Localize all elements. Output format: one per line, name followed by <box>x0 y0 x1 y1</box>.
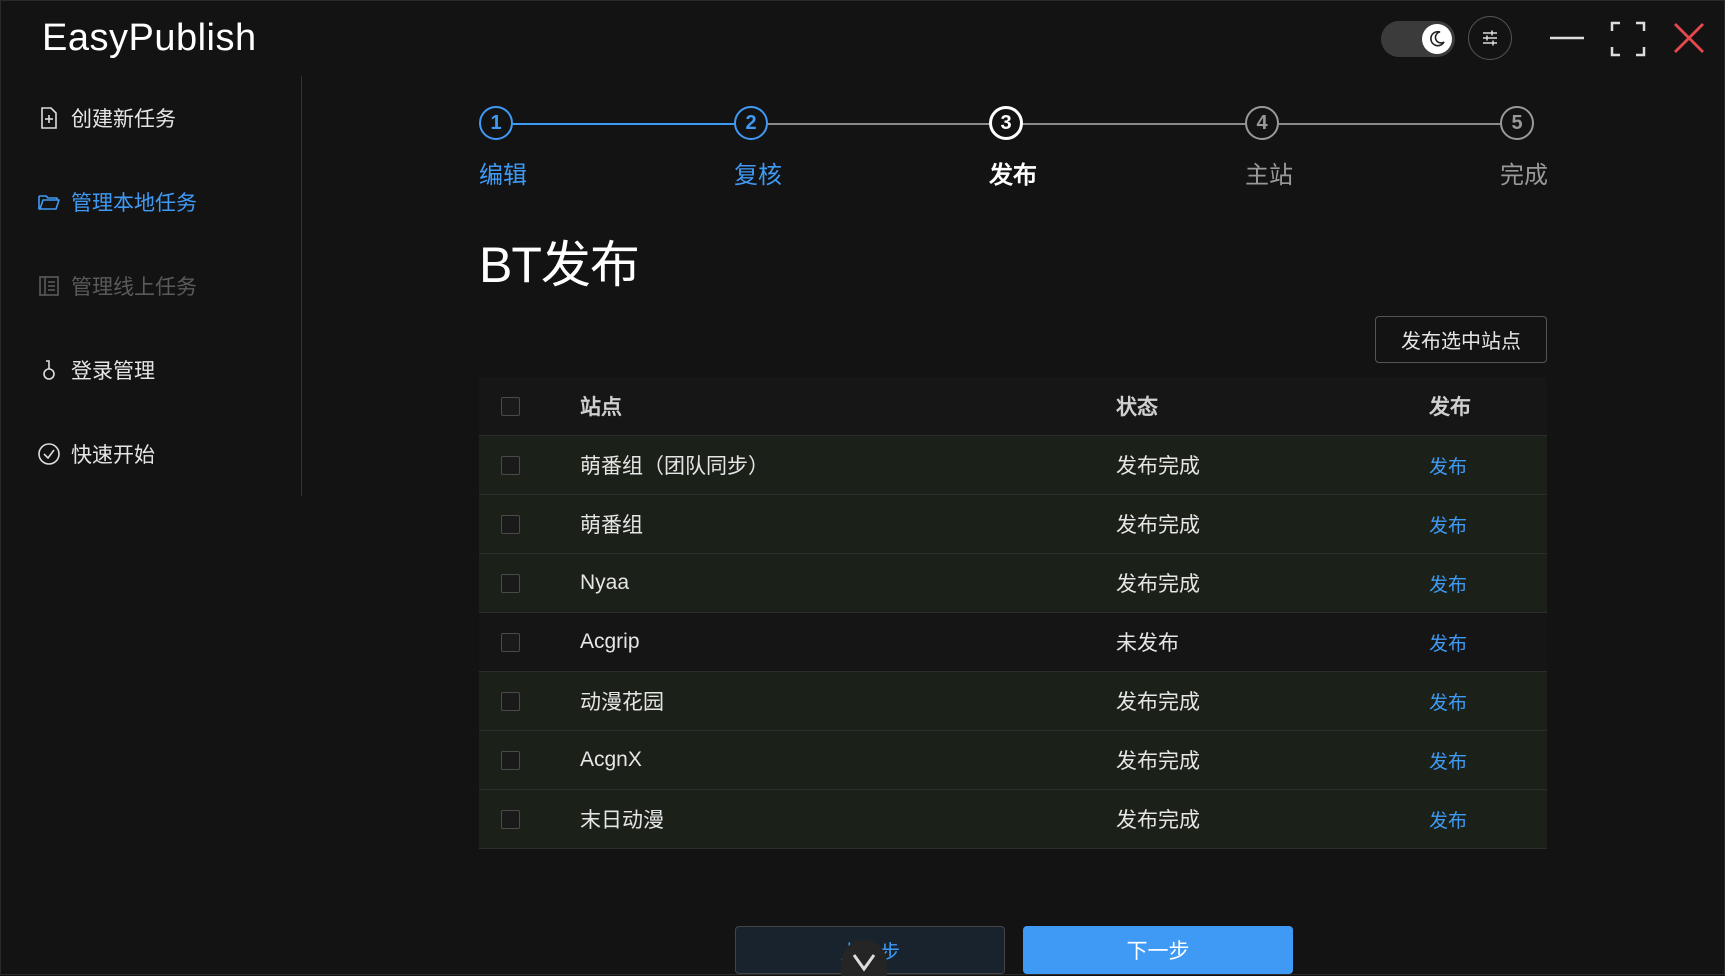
row-checkbox[interactable] <box>501 455 520 475</box>
minimize-icon <box>1550 36 1584 40</box>
publish-link[interactable]: 发布 <box>1429 511 1467 538</box>
sidebar-item-create-task[interactable]: 创建新任务 <box>37 98 176 138</box>
step-3-label: 发布 <box>989 162 1037 189</box>
step-4-circle: 4 <box>1245 106 1279 140</box>
table-row: AcgnX 发布完成 发布 <box>479 731 1547 790</box>
step-connector <box>513 123 734 125</box>
step-connector <box>1023 123 1245 125</box>
step-5-circle: 5 <box>1500 106 1534 140</box>
sidebar-item-label: 管理本地任务 <box>71 192 197 215</box>
sidebar-item-local-tasks[interactable]: 管理本地任务 <box>37 182 197 222</box>
table-row: 动漫花园 发布完成 发布 <box>479 672 1547 731</box>
sidebar: 创建新任务 管理本地任务 管理线上任务 登录管理 快速开始 <box>1 76 302 496</box>
sidebar-item-label: 快速开始 <box>71 444 155 467</box>
minimize-button[interactable] <box>1547 19 1587 59</box>
maximize-button[interactable] <box>1608 19 1648 59</box>
folder-icon <box>38 195 60 210</box>
sidebar-item-label: 登录管理 <box>71 360 155 383</box>
fullscreen-icon <box>1610 21 1646 57</box>
table-row: 末日动漫 发布完成 发布 <box>479 790 1547 849</box>
status-text: 未发布 <box>1116 632 1179 655</box>
sidebar-item-online-tasks: 管理线上任务 <box>37 266 197 306</box>
next-step-button[interactable]: 下一步 <box>1023 926 1293 974</box>
table-row: Nyaa 发布完成 发布 <box>479 554 1547 613</box>
table-header: 站点 状态 发布 <box>479 377 1547 436</box>
header-action: 发布 <box>1429 396 1471 419</box>
row-checkbox[interactable] <box>501 573 520 593</box>
status-text: 发布完成 <box>1116 455 1200 478</box>
sidebar-item-label: 管理线上任务 <box>71 276 197 299</box>
page-title: BT发布 <box>479 237 640 293</box>
status-text: 发布完成 <box>1116 573 1200 596</box>
step-2-label: 复核 <box>734 162 782 189</box>
site-name: Acgrip <box>580 630 640 653</box>
check-circle-icon <box>38 443 60 465</box>
file-plus-icon <box>41 107 57 129</box>
settings-button[interactable] <box>1468 16 1512 60</box>
step-3-circle: 3 <box>989 106 1023 140</box>
list-doc-icon <box>39 276 59 296</box>
step-4-label: 主站 <box>1245 162 1293 189</box>
publish-link[interactable]: 发布 <box>1429 452 1467 479</box>
moon-icon <box>1430 30 1445 47</box>
select-all-checkbox[interactable] <box>501 396 520 416</box>
step-connector <box>768 123 989 125</box>
sites-table: 站点 状态 发布 萌番组（团队同步） 发布完成 发布 萌番组 发布完成 发布 N… <box>479 377 1547 849</box>
site-name: 动漫花园 <box>580 691 664 714</box>
site-name: 萌番组 <box>580 514 643 537</box>
row-checkbox[interactable] <box>501 750 520 770</box>
sliders-icon <box>1483 30 1497 46</box>
step-5-label: 完成 <box>1500 162 1548 189</box>
close-button[interactable] <box>1668 19 1708 59</box>
row-checkbox[interactable] <box>501 632 520 652</box>
status-text: 发布完成 <box>1116 514 1200 537</box>
progress-steps: 1 2 3 4 5 编辑 复核 发布 主站 完成 <box>479 106 1549 189</box>
publish-link[interactable]: 发布 <box>1429 688 1467 715</box>
row-checkbox[interactable] <box>501 691 520 711</box>
table-row: 萌番组（团队同步） 发布完成 发布 <box>479 436 1547 495</box>
row-checkbox[interactable] <box>501 809 520 829</box>
step-2-circle: 2 <box>734 106 768 140</box>
status-text: 发布完成 <box>1116 691 1200 714</box>
publish-selected-button[interactable]: 发布选中站点 <box>1375 316 1547 363</box>
publish-link[interactable]: 发布 <box>1429 629 1467 656</box>
status-text: 发布完成 <box>1116 750 1200 773</box>
table-row: 萌番组 发布完成 发布 <box>479 495 1547 554</box>
site-name: Nyaa <box>580 571 630 594</box>
app-title: EasyPublish <box>42 17 257 59</box>
site-name: 萌番组（团队同步） <box>580 455 769 478</box>
publish-link[interactable]: 发布 <box>1429 570 1467 597</box>
close-icon <box>1674 23 1704 53</box>
step-1-label: 编辑 <box>479 162 527 189</box>
header-status: 状态 <box>1116 396 1158 419</box>
chevron-down-icon <box>852 954 876 972</box>
key-icon <box>43 360 55 380</box>
theme-toggle[interactable] <box>1381 21 1455 57</box>
step-connector <box>1279 123 1500 125</box>
header-site: 站点 <box>580 396 622 419</box>
site-name: 末日动漫 <box>580 809 664 832</box>
sidebar-item-login[interactable]: 登录管理 <box>37 350 155 390</box>
sidebar-item-label: 创建新任务 <box>71 108 176 131</box>
row-checkbox[interactable] <box>501 514 520 534</box>
step-1-circle: 1 <box>479 106 513 140</box>
sidebar-item-quick-start[interactable]: 快速开始 <box>37 434 155 474</box>
site-name: AcgnX <box>580 748 642 771</box>
publish-link[interactable]: 发布 <box>1429 747 1467 774</box>
publish-link[interactable]: 发布 <box>1429 806 1467 833</box>
app-window: EasyPublish 创建新任务 管理本地任务 管理线上任务 登录管理 快速开… <box>0 0 1725 976</box>
table-row: Acgrip 未发布 发布 <box>479 613 1547 672</box>
status-text: 发布完成 <box>1116 809 1200 832</box>
